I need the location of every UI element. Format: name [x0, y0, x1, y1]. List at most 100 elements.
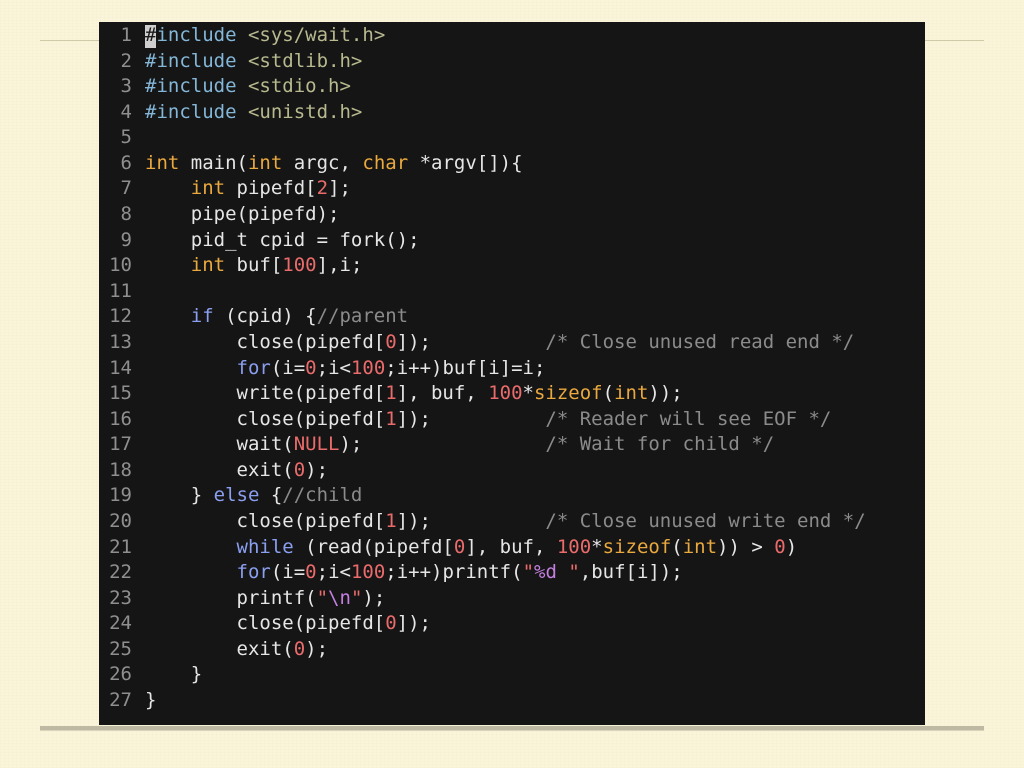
- code-token: ]);: [396, 612, 431, 635]
- code-token: sizeof: [602, 535, 672, 558]
- code-line: 2 #include <stdlib.h>: [99, 49, 925, 75]
- code-token: printf(: [145, 586, 317, 609]
- code-line: 6 int main(int argc, char *argv[]){: [99, 151, 925, 177]
- line-number: 11: [109, 279, 132, 302]
- line-number: 18: [109, 458, 132, 481]
- code-token: ): [785, 535, 798, 558]
- line-code: exit(0);: [145, 458, 329, 484]
- line-code: int main(int argc, char *argv[]){: [145, 151, 523, 177]
- code-token: if: [190, 305, 214, 328]
- line-number: 9: [120, 228, 132, 251]
- line-code: for(i=0;i<100;i++)printf("%d ",buf[i]);: [145, 560, 683, 586]
- code-token: %d: [534, 561, 557, 584]
- code-token: 1: [385, 407, 397, 430]
- code-token: ;i++)printf(: [385, 561, 523, 584]
- code-token: int: [682, 535, 718, 558]
- slide-bottom-rule: [40, 726, 984, 730]
- code-line: 21 while (read(pipefd[0], buf, 100*sizeo…: [99, 535, 925, 561]
- code-token: int: [190, 177, 226, 200]
- code-token: ,buf[i]);: [579, 561, 683, 584]
- code-token: \n: [328, 586, 351, 609]
- line-number: 6: [120, 151, 132, 174]
- code-token: ];: [328, 177, 351, 200]
- line-number: 17: [109, 433, 132, 456]
- code-line: 1 #include <sys/wait.h>: [99, 23, 925, 49]
- line-number: 21: [109, 535, 132, 558]
- code-token: ;i++)buf[i]=i;: [385, 356, 546, 379]
- code-token: ;i<: [316, 561, 351, 584]
- line-code: #include <unistd.h>: [145, 100, 362, 126]
- code-token: ]);: [396, 407, 546, 430]
- code-token: ": [522, 561, 535, 584]
- code-token: (: [602, 382, 615, 405]
- code-token: #include: [145, 100, 237, 123]
- code-token: for: [236, 561, 271, 584]
- line-number: 8: [120, 203, 132, 226]
- code-token: )) >: [717, 535, 775, 558]
- code-token: int: [614, 382, 649, 405]
- line-code: exit(0);: [145, 637, 329, 663]
- code-token: );: [305, 458, 329, 481]
- code-token: //parent: [316, 305, 409, 328]
- code-token: 0: [305, 356, 317, 379]
- code-token: 0: [305, 561, 317, 584]
- code-line: 8 pipe(pipefd);: [99, 202, 925, 228]
- code-token: close(pipefd[: [145, 407, 386, 430]
- code-token: #include: [145, 75, 237, 98]
- line-code: #include <stdio.h>: [145, 74, 351, 100]
- code-token: ));: [648, 382, 683, 405]
- code-token: close(pipefd[: [145, 509, 386, 532]
- code-token: ;i<: [316, 356, 351, 379]
- line-code: pipe(pipefd);: [145, 202, 340, 228]
- code-token: (i=: [270, 561, 306, 584]
- code-line: 18 exit(0);: [99, 458, 925, 484]
- line-number: 7: [120, 177, 132, 200]
- code-token: <sys/wait.h>: [247, 24, 386, 46]
- code-token: exit(: [145, 458, 294, 481]
- code-token: (: [671, 535, 683, 558]
- code-token: write(pipefd[: [145, 382, 386, 405]
- code-token: #include: [145, 49, 237, 72]
- code-editor[interactable]: 1 #include <sys/wait.h> 2 #include <stdlib.…: [99, 22, 925, 725]
- line-number: 5: [120, 126, 132, 149]
- line-code: int pipefd[2];: [145, 176, 351, 202]
- code-line: 11: [99, 279, 925, 305]
- code-token: 0: [453, 535, 466, 558]
- code-token: 100: [556, 535, 592, 558]
- code-token: ], buf,: [396, 382, 489, 405]
- line-code: #include <stdlib.h>: [145, 49, 362, 75]
- line-code: close(pipefd[1]); /* Reader will see EOF…: [145, 407, 832, 433]
- code-token: pipe(pipefd);: [145, 203, 340, 226]
- code-token: buf[: [225, 254, 283, 277]
- line-number: 27: [109, 689, 132, 712]
- code-token: );: [362, 586, 386, 609]
- code-lines: 1 #include <sys/wait.h> 2 #include <stdlib.…: [99, 23, 925, 714]
- code-token: (read(pipefd[: [293, 535, 454, 558]
- code-token: int: [190, 254, 226, 277]
- line-number: 20: [109, 509, 132, 532]
- code-line: 25 exit(0);: [99, 637, 925, 663]
- code-token: 2: [316, 177, 329, 200]
- code-line: 22 for(i=0;i<100;i++)printf("%d ",buf[i]…: [99, 560, 925, 586]
- line-code: }: [145, 688, 156, 714]
- code-token: }: [145, 663, 203, 686]
- code-token: while: [236, 535, 294, 558]
- code-token: 1: [385, 509, 397, 532]
- code-token: <stdlib.h>: [247, 49, 363, 72]
- line-number: 13: [109, 330, 132, 353]
- code-token: 100: [282, 254, 317, 277]
- code-line: 24 close(pipefd[0]);: [99, 611, 925, 637]
- line-number: 25: [109, 637, 132, 660]
- code-token: ],i;: [316, 254, 363, 277]
- code-token: wait(: [145, 433, 294, 456]
- code-line: 16 close(pipefd[1]); /* Reader will see …: [99, 407, 925, 433]
- code-token: ], buf,: [465, 535, 557, 558]
- code-token: 100: [350, 356, 386, 379]
- code-token: *: [522, 382, 534, 405]
- code-line: 17 wait(NULL); /* Wait for child */: [99, 432, 925, 458]
